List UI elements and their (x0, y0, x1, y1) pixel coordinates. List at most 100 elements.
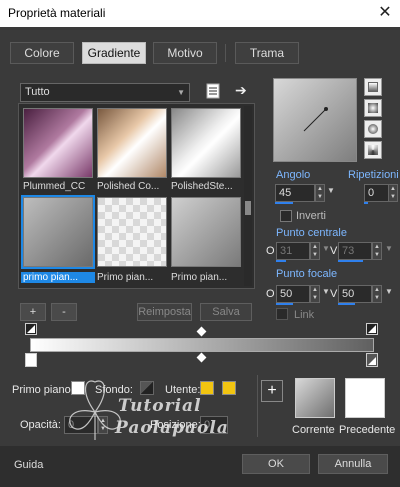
angle-input[interactable]: 45 (275, 184, 315, 202)
swatch-plummed[interactable] (23, 108, 93, 178)
swatch-primo-piano-1[interactable] (21, 195, 95, 269)
center-v-spinner[interactable]: ▲ ▼ (372, 242, 382, 260)
center-h-slider[interactable] (276, 260, 286, 262)
repeats-label: Ripetizioni (348, 169, 399, 181)
focal-point-label: Punto focale (276, 268, 338, 280)
scrollbar-thumb[interactable] (245, 201, 251, 215)
position-input[interactable]: 0 (200, 416, 228, 434)
opacity-label: Opacità: (20, 419, 61, 431)
style-linear-button[interactable] (364, 78, 382, 96)
swatch-label: Plummed_CC (23, 181, 86, 192)
focal-v-label: V (330, 288, 338, 300)
chevron-down-icon: ▼ (177, 88, 185, 97)
user-color-1-swatch[interactable] (200, 381, 214, 395)
link-label: Link (294, 309, 315, 321)
focal-h-label: O (266, 288, 275, 300)
add-stop-button[interactable]: + (20, 303, 46, 321)
help-link[interactable]: Guida (14, 459, 43, 471)
center-v-input[interactable]: 73 (338, 242, 372, 260)
center-h-label: O (266, 245, 275, 257)
swatch-label: Primo pian... (97, 272, 154, 283)
invert-checkbox[interactable] (280, 210, 292, 222)
reset-button[interactable]: Reimposta (137, 303, 192, 321)
swatch-label: Primo pian... (171, 272, 228, 283)
swatch-label: PolishedSte... (171, 181, 233, 192)
category-dropdown[interactable]: Tutto ▼ (20, 83, 190, 102)
swatch-label: primo pian... (21, 272, 95, 283)
grid-scrollbar[interactable] (244, 106, 252, 286)
swatch-polished-copper[interactable] (97, 108, 167, 178)
position-label: Posizione: (150, 419, 201, 431)
link-checkbox[interactable] (276, 308, 288, 320)
angle-handle-icon[interactable] (274, 79, 356, 161)
angle-label: Angolo (276, 169, 311, 181)
divider (257, 375, 258, 437)
add-to-palette-button[interactable]: + (261, 380, 283, 402)
arrow-right-icon[interactable]: ➔ (235, 82, 251, 100)
focal-v-spinner[interactable]: ▲ ▼ (372, 285, 382, 303)
focal-h-input[interactable]: 50 (276, 285, 310, 303)
close-icon[interactable]: ✕ (374, 2, 396, 24)
color-midpoint-icon[interactable] (196, 352, 207, 363)
cancel-button[interactable]: Annulla (318, 454, 388, 474)
tab-motivo[interactable]: Motivo (153, 42, 217, 64)
focal-v-input[interactable]: 50 (338, 285, 372, 303)
utente-label: Utente: (165, 384, 201, 396)
invert-label: Inverti (296, 210, 326, 222)
current-label: Corrente (292, 424, 335, 436)
center-h-spinner[interactable]: ▲ ▼ (310, 242, 320, 260)
save-button[interactable]: Salva (200, 303, 252, 321)
style-sunburst-button[interactable] (364, 120, 382, 138)
repeats-spinner[interactable]: ▲ ▼ (388, 184, 398, 202)
title-bar: Proprietà materiali ✕ (0, 0, 400, 27)
tab-colore[interactable]: Colore (10, 42, 74, 64)
library-icon[interactable] (205, 82, 221, 100)
style-radial-button[interactable] (364, 141, 382, 159)
style-rectangular-button[interactable] (364, 99, 382, 117)
remove-stop-button[interactable]: - (51, 303, 77, 321)
focal-h-spinner[interactable]: ▲ ▼ (310, 285, 320, 303)
primo-piano-swatch[interactable] (71, 381, 85, 395)
focal-h-chevron-down-icon[interactable]: ▼ (322, 287, 330, 296)
tab-separator (225, 44, 226, 62)
user-color-2-swatch[interactable] (222, 381, 236, 395)
footer: Guida OK Annulla (0, 446, 400, 487)
center-v-chevron-down-icon[interactable]: ▼ (385, 244, 393, 253)
stop-top-right-icon[interactable] (366, 323, 378, 335)
previous-label: Precedente (339, 424, 396, 436)
gradient-preview[interactable] (273, 78, 357, 162)
focal-h-slider[interactable] (276, 303, 293, 305)
primo-piano-label: Primo piano: (12, 384, 74, 396)
focal-v-slider[interactable] (338, 303, 355, 305)
center-h-chevron-down-icon[interactable]: ▼ (322, 244, 330, 253)
angle-chevron-down-icon[interactable]: ▼ (327, 186, 335, 195)
center-v-label: V (330, 245, 338, 257)
repeats-slider[interactable] (364, 202, 368, 204)
angle-spinner[interactable]: ▲ ▼ (315, 184, 325, 202)
gradient-grid: Plummed_CC Polished Co... PolishedSte...… (18, 103, 255, 289)
gradient-bar[interactable] (30, 338, 374, 352)
focal-v-chevron-down-icon[interactable]: ▼ (385, 287, 393, 296)
opacity-spinner[interactable]: ▲ ▼ (98, 416, 108, 434)
tab-trama[interactable]: Trama (235, 42, 299, 64)
opacity-input[interactable]: 0 (64, 416, 98, 434)
watermark-line-1: Tutorial (118, 396, 202, 416)
stop-top-left-icon[interactable] (25, 323, 37, 335)
swatch-label: Polished Co... (97, 181, 160, 192)
opacity-midpoint-icon[interactable] (196, 326, 207, 337)
ok-button[interactable]: OK (242, 454, 310, 474)
window-title: Proprietà materiali (8, 6, 106, 20)
swatch-polished-steel[interactable] (171, 108, 241, 178)
swatch-primo-piano-3[interactable] (171, 197, 241, 267)
previous-preview[interactable] (345, 378, 385, 418)
stop-bottom-right-icon[interactable] (366, 353, 378, 367)
tab-gradiente[interactable]: Gradiente (82, 42, 146, 64)
center-v-slider[interactable] (338, 260, 363, 262)
current-preview (295, 378, 335, 418)
swatch-primo-piano-2[interactable] (97, 197, 167, 267)
center-point-label: Punto centrale (276, 227, 347, 239)
sfondo-swatch[interactable] (140, 381, 154, 395)
stop-bottom-left-icon[interactable] (25, 353, 37, 367)
angle-slider[interactable] (275, 202, 293, 204)
center-h-input[interactable]: 31 (276, 242, 310, 260)
